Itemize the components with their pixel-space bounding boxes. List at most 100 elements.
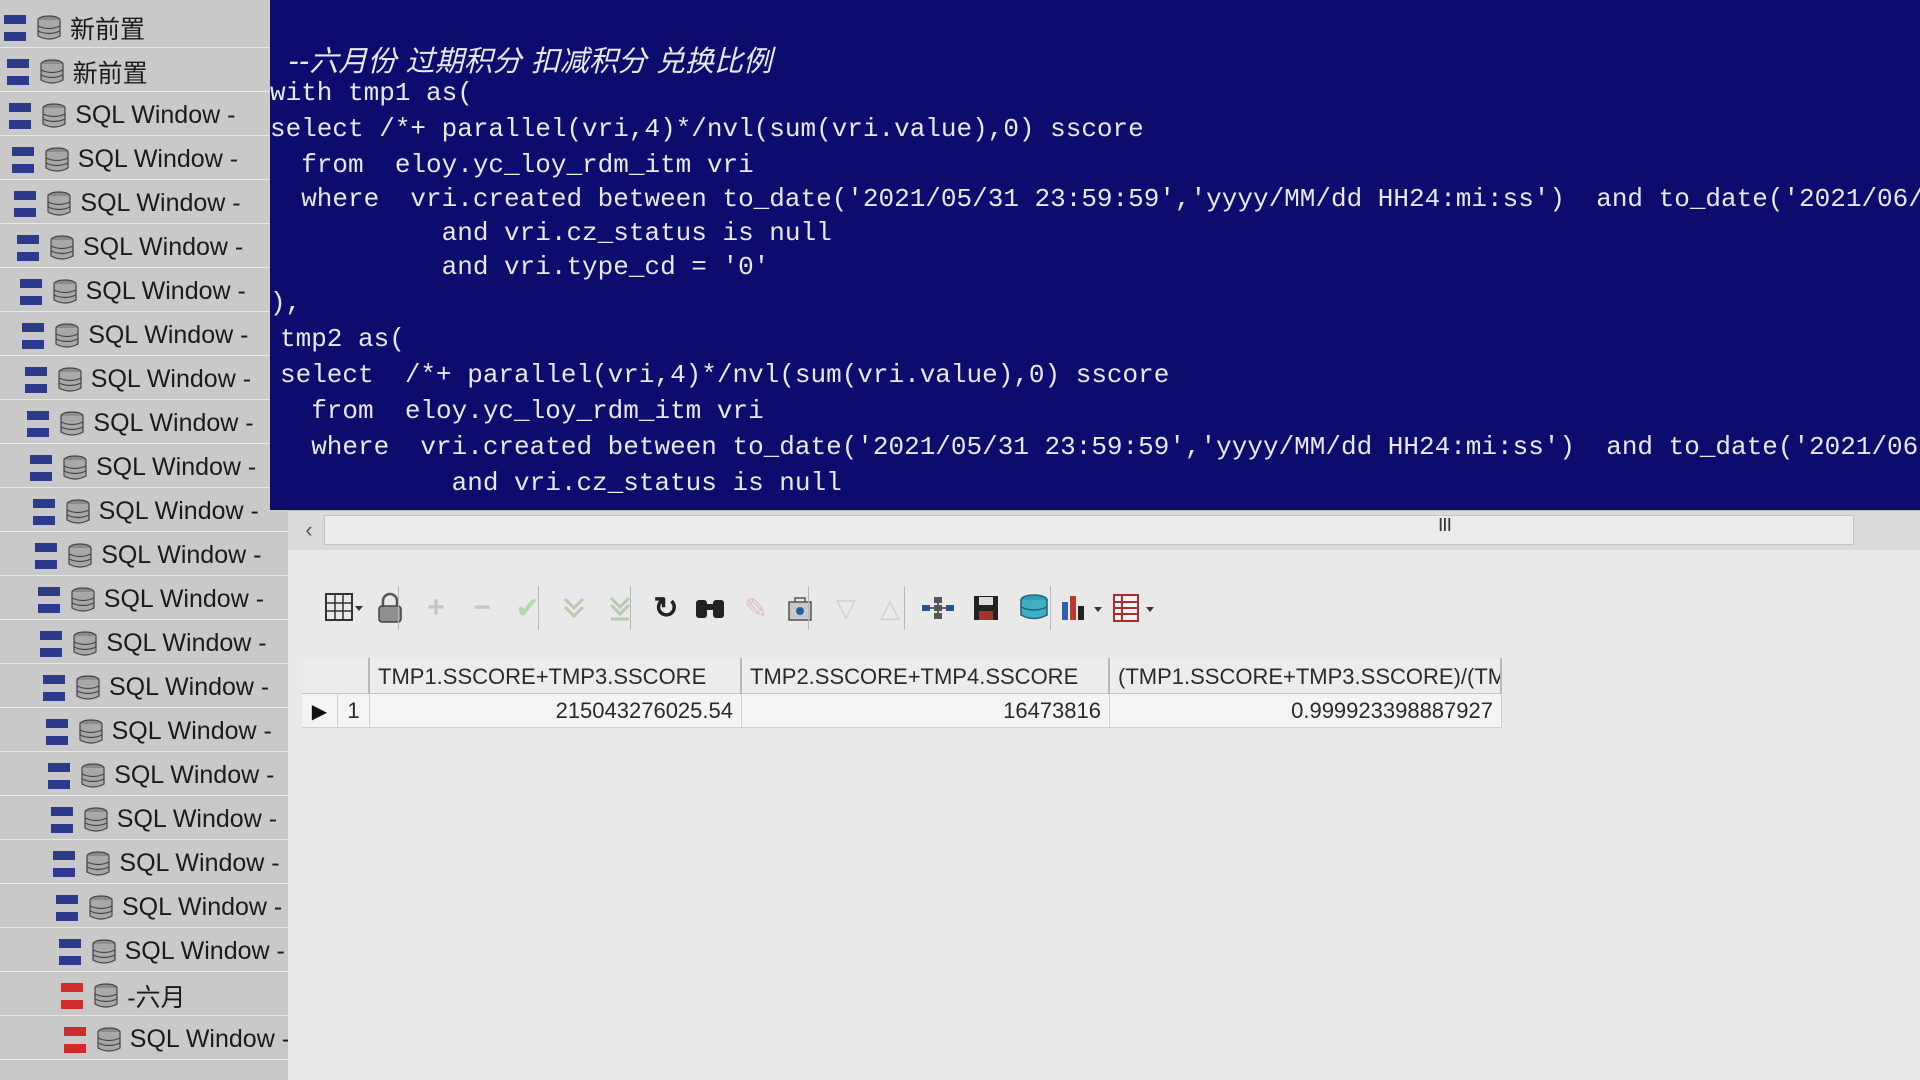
window-type-icon <box>48 762 71 789</box>
code-line: select /*+ parallel(vri,4)*/nvl(sum(vri.… <box>270 114 1144 144</box>
window-list-item[interactable]: SQL Window - <box>0 668 300 708</box>
window-list-item[interactable]: SQL Window - <box>0 96 300 136</box>
window-list-label: SQL Window - <box>124 937 285 965</box>
window-list-item[interactable]: 新前置 <box>0 8 300 48</box>
window-list-item[interactable]: SQL Window - <box>0 536 300 576</box>
window-type-icon <box>35 542 58 569</box>
column-header[interactable]: (TMP1.SSCORE+TMP3.SSCORE)/(TMP <box>1110 658 1502 694</box>
filter-down-icon[interactable]: ▽ <box>822 580 870 636</box>
window-list-item[interactable]: 新前置 <box>0 52 300 92</box>
window-list-item[interactable]: SQL Window - <box>0 1020 300 1060</box>
window-type-icon <box>24 366 47 393</box>
editor-horizontal-scrollbar[interactable]: ‹ III <box>288 510 1920 552</box>
database-icon <box>36 14 62 42</box>
window-list-item[interactable]: SQL Window - <box>0 932 300 972</box>
database-icon <box>49 234 75 262</box>
window-type-icon <box>40 630 63 657</box>
window-list-item[interactable]: SQL Window - <box>0 800 300 840</box>
window-list-item[interactable]: SQL Window - <box>0 228 300 268</box>
current-row-indicator-icon: ▶ <box>302 694 338 728</box>
window-list-item[interactable]: SQL Window - <box>0 360 300 400</box>
toolbar-separator <box>630 586 631 630</box>
window-list-label: SQL Window - <box>114 761 275 789</box>
window-type-icon <box>56 894 78 921</box>
chart-icon[interactable] <box>1058 580 1106 636</box>
window-type-icon <box>43 674 65 701</box>
window-list-item[interactable]: SQL Window - <box>0 888 300 928</box>
window-list-item[interactable]: SQL Window - <box>0 844 300 884</box>
window-list-label: SQL Window - <box>119 849 280 877</box>
column-header[interactable]: TMP2.SSCORE+TMP4.SSCORE <box>742 658 1110 694</box>
code-line: tmp2 as( <box>280 324 405 354</box>
post-changes-icon[interactable]: ✔ <box>504 580 552 636</box>
database-icon <box>52 278 78 306</box>
result-toolbar: + − ✔ ↻ ✎ ▽ △ <box>308 580 1508 640</box>
database-icon <box>44 146 70 174</box>
window-type-icon <box>30 454 52 481</box>
save-icon[interactable] <box>962 580 1010 636</box>
database-icon <box>72 630 98 658</box>
query-plan-icon[interactable] <box>914 580 962 636</box>
toolbar-separator <box>904 586 905 630</box>
database-icon <box>80 762 106 790</box>
database-icon <box>85 850 111 878</box>
window-list-item[interactable]: SQL Window - <box>0 184 300 224</box>
scrollbar-thumb[interactable] <box>324 515 1854 545</box>
fetch-last-icon[interactable] <box>596 580 644 636</box>
window-list-item[interactable]: SQL Window - <box>0 580 300 620</box>
database-icon <box>91 938 117 966</box>
refresh-icon[interactable]: ↻ <box>642 580 690 636</box>
window-type-icon <box>63 1026 86 1053</box>
window-list-item[interactable]: SQL Window - <box>0 404 300 444</box>
window-type-icon <box>6 58 29 85</box>
window-type-icon <box>11 146 34 173</box>
table-cell[interactable]: 0.999923398887927 <box>1110 694 1502 728</box>
window-list-label: SQL Window - <box>111 717 272 745</box>
grid-corner <box>302 658 370 694</box>
scroll-left-arrow-icon[interactable]: ‹ <box>296 517 322 543</box>
window-list-item[interactable]: SQL Window - <box>0 624 300 664</box>
database-icon <box>65 498 91 526</box>
sql-editor[interactable]: --六月份 过期积分 扣减积分 兑换比例 with tmp1 as(select … <box>270 0 1920 510</box>
scrollbar-grip: III <box>1438 515 1452 536</box>
insert-record-icon[interactable]: + <box>412 580 460 636</box>
code-line: with tmp1 as( <box>270 78 473 108</box>
lock-icon[interactable] <box>366 580 414 636</box>
window-list-item[interactable]: SQL Window - <box>0 712 300 752</box>
code-line: and vri.type_cd = '0' <box>270 252 770 282</box>
database-icon <box>75 674 101 702</box>
window-list-item[interactable]: SQL Window - <box>0 492 300 532</box>
filter-up-icon[interactable]: △ <box>866 580 914 636</box>
grid-select-icon[interactable] <box>320 580 368 636</box>
database-icon <box>59 410 85 438</box>
export-icon[interactable] <box>776 580 824 636</box>
clear-icon[interactable]: ✎ <box>732 580 780 636</box>
window-list-label: SQL Window - <box>93 409 254 437</box>
window-list-label: SQL Window - <box>106 629 267 657</box>
window-list-item[interactable]: SQL Window - <box>0 448 300 488</box>
window-type-icon <box>45 718 68 745</box>
code-line: and vri.cz_status is null <box>270 218 832 248</box>
window-list-item[interactable]: -六月 <box>0 976 300 1016</box>
window-list-item[interactable]: SQL Window - <box>0 316 300 356</box>
window-list-item[interactable]: SQL Window - <box>0 272 300 312</box>
toolbar-separator <box>538 586 539 630</box>
database-icon <box>70 586 96 614</box>
window-list-label: SQL Window - <box>103 585 265 613</box>
row-number: 1 <box>338 694 370 728</box>
find-icon[interactable] <box>686 580 734 636</box>
fetch-next-icon[interactable] <box>550 580 598 636</box>
window-type-icon <box>14 190 37 217</box>
code-line: from eloy.yc_loy_rdm_itm vri <box>280 396 764 426</box>
database-icon <box>83 806 109 834</box>
window-type-icon <box>19 278 42 305</box>
table-cell[interactable]: 215043276025.54 <box>370 694 742 728</box>
delete-record-icon[interactable]: − <box>458 580 506 636</box>
window-list-label: SQL Window - <box>101 541 262 569</box>
window-list-item[interactable]: SQL Window - <box>0 140 300 180</box>
table-cell[interactable]: 16473816 <box>742 694 1110 728</box>
column-header[interactable]: TMP1.SSCORE+TMP3.SSCORE <box>370 658 742 694</box>
table-view-icon[interactable] <box>1110 580 1158 636</box>
toolbar-separator <box>398 586 399 630</box>
window-list-item[interactable]: SQL Window - <box>0 756 300 796</box>
